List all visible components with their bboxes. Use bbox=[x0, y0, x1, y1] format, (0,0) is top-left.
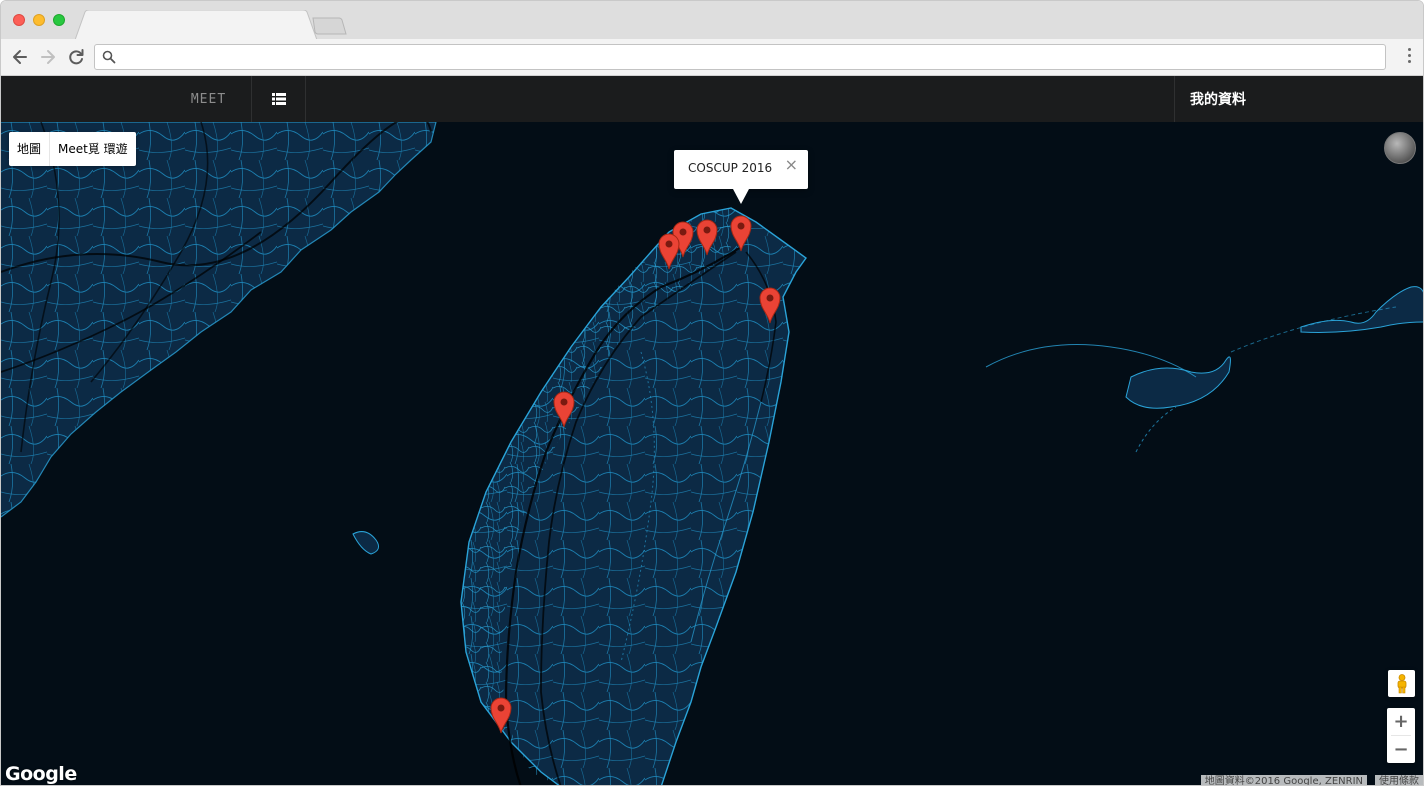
map-marker[interactable] bbox=[657, 232, 681, 270]
zoom-control: + − bbox=[1387, 708, 1415, 763]
map-attribution: 地圖資料©2016 Google, ZENRIN bbox=[1200, 775, 1367, 785]
map-type-meet-button[interactable]: Meet覓 環遊 bbox=[49, 132, 136, 166]
new-tab-button[interactable] bbox=[311, 17, 349, 35]
map-marker[interactable] bbox=[489, 696, 513, 734]
search-icon bbox=[102, 50, 116, 64]
address-bar[interactable] bbox=[94, 44, 1386, 70]
brand-logo[interactable]: MEET bbox=[166, 76, 251, 122]
close-window-button[interactable] bbox=[13, 14, 25, 26]
browser-tab[interactable] bbox=[75, 10, 319, 40]
map-type-roadmap-button[interactable]: 地圖 bbox=[9, 132, 49, 166]
browser-window: MEET 我的資料 地圖 Meet覓 環遊 COSCUP 2016 × + − … bbox=[0, 0, 1424, 786]
browser-menu-icon[interactable] bbox=[1405, 48, 1413, 66]
info-window-tail bbox=[733, 189, 749, 204]
info-window: COSCUP 2016 × bbox=[674, 150, 808, 204]
map-marker[interactable] bbox=[729, 214, 753, 252]
list-view-button[interactable] bbox=[252, 76, 305, 122]
minimize-window-button[interactable] bbox=[33, 14, 45, 26]
map-marker[interactable] bbox=[758, 286, 782, 324]
info-window-title: COSCUP 2016 bbox=[688, 161, 773, 175]
map-marker[interactable] bbox=[552, 390, 576, 428]
pegman-icon bbox=[1397, 673, 1406, 693]
map-marker[interactable] bbox=[695, 218, 719, 256]
map-type-control: 地圖 Meet覓 環遊 bbox=[9, 132, 136, 166]
navbar-divider bbox=[305, 76, 306, 122]
app-navbar: MEET 我的資料 bbox=[1, 76, 1423, 123]
forward-icon[interactable] bbox=[38, 47, 58, 67]
street-view-pegman-button[interactable] bbox=[1388, 670, 1415, 697]
title-bar bbox=[1, 1, 1423, 40]
list-icon bbox=[271, 93, 286, 105]
profile-link[interactable]: 我的資料 bbox=[1175, 76, 1423, 122]
map-canvas[interactable]: 地圖 Meet覓 環遊 COSCUP 2016 × + − Google 地圖資… bbox=[1, 122, 1423, 785]
reload-icon[interactable] bbox=[66, 47, 86, 67]
address-input[interactable] bbox=[123, 48, 1377, 68]
close-icon[interactable]: × bbox=[785, 156, 798, 174]
browser-toolbar bbox=[1, 39, 1423, 76]
zoom-out-button[interactable]: − bbox=[1387, 736, 1415, 763]
zoom-in-button[interactable]: + bbox=[1387, 708, 1415, 735]
avatar[interactable] bbox=[1384, 132, 1416, 164]
back-icon[interactable] bbox=[10, 47, 30, 67]
google-logo: Google bbox=[5, 763, 77, 785]
maximize-window-button[interactable] bbox=[53, 14, 65, 26]
terms-link[interactable]: 使用條款 bbox=[1375, 775, 1423, 785]
